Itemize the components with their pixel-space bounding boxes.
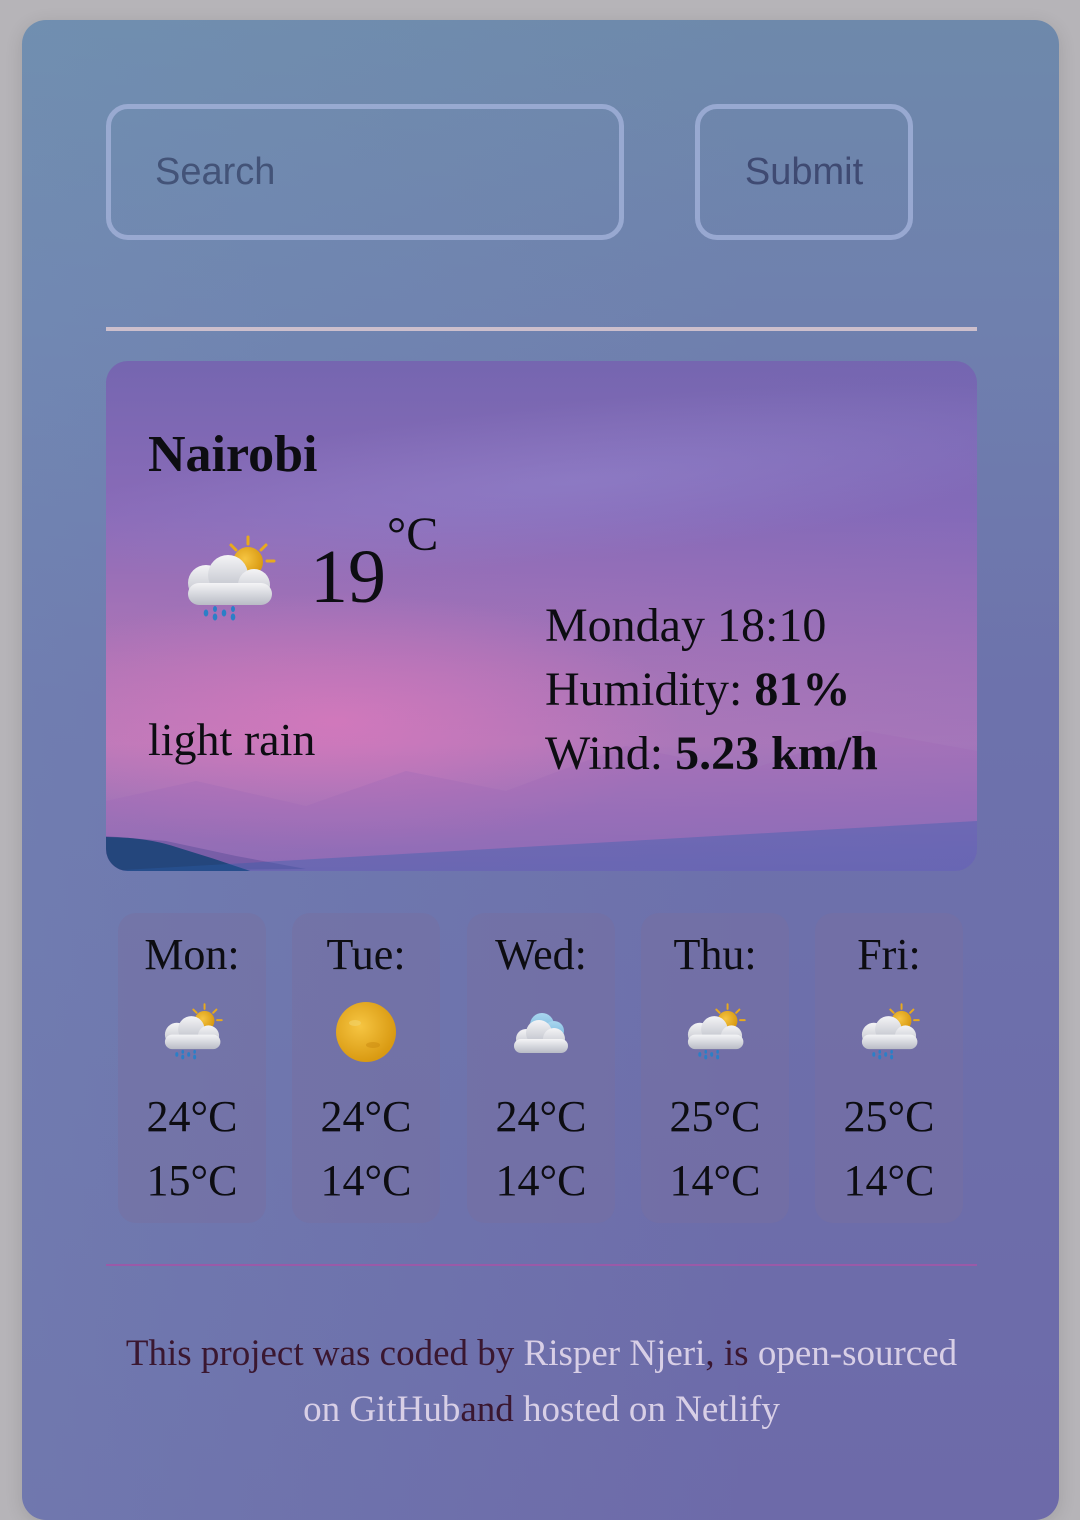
- date-time: Monday 18:10: [545, 599, 827, 652]
- humidity-label: Humidity:: [545, 663, 755, 716]
- rain-sun-cloud-icon: [157, 1001, 227, 1063]
- rain-sun-cloud-icon: [680, 1001, 750, 1063]
- sun-icon: [331, 1001, 401, 1063]
- forecast-day-label: Mon:: [144, 930, 240, 979]
- footer-text: This project was coded by: [125, 1333, 524, 1374]
- city-name: Nairobi: [148, 426, 318, 483]
- forecast-day-thu: Thu: 25°C 14°C: [641, 913, 789, 1223]
- footer-text: and: [460, 1389, 524, 1430]
- forecast-list: Mon: 24°C 15°C Tue: 24°C 14°C Wed: 24°C …: [118, 913, 968, 1223]
- wind: Wind: 5.23 km/h: [545, 722, 878, 786]
- humidity: Humidity: 81%: [545, 658, 878, 722]
- search-form: Submit: [22, 20, 1059, 280]
- forecast-max-temp: 25°C: [843, 1092, 935, 1141]
- forecast-min-temp: 14°C: [495, 1156, 587, 1205]
- rain-sun-cloud-icon: [854, 1001, 924, 1063]
- humidity-value: 81%: [754, 663, 851, 716]
- forecast-day-wed: Wed: 24°C 14°C: [467, 913, 615, 1223]
- forecast-min-temp: 15°C: [146, 1156, 238, 1205]
- weather-details: Monday 18:10 Humidity: 81% Wind: 5.23 km…: [545, 594, 878, 786]
- current-temperature: 19: [310, 535, 386, 619]
- forecast-min-temp: 14°C: [320, 1156, 412, 1205]
- rain-sun-cloud-icon: [176, 533, 282, 625]
- forecast-day-mon: Mon: 24°C 15°C: [118, 913, 266, 1223]
- temperature-unit: °C: [387, 508, 439, 561]
- forecast-day-fri: Fri: 25°C 14°C: [815, 913, 963, 1223]
- forecast-min-temp: 14°C: [843, 1156, 935, 1205]
- cloud-icon: [506, 1001, 576, 1063]
- forecast-min-temp: 14°C: [669, 1156, 761, 1205]
- forecast-max-temp: 25°C: [669, 1092, 761, 1141]
- author-link[interactable]: Risper Njeri: [524, 1333, 706, 1374]
- forecast-day-tue: Tue: 24°C 14°C: [292, 913, 440, 1223]
- wind-label: Wind:: [545, 727, 676, 780]
- footer-text: , is: [705, 1333, 758, 1374]
- search-input[interactable]: [106, 104, 624, 240]
- footer: This project was coded by Risper Njeri, …: [106, 1326, 977, 1438]
- forecast-max-temp: 24°C: [495, 1092, 587, 1141]
- forecast-max-temp: 24°C: [320, 1092, 412, 1141]
- wind-value: 5.23 km/h: [675, 727, 878, 780]
- weather-app: Submit Nairobi 19 °C light rain Monday 1…: [22, 20, 1059, 1520]
- weather-description: light rain: [148, 714, 316, 765]
- forecast-day-label: Tue:: [326, 930, 406, 979]
- forecast-max-temp: 24°C: [146, 1092, 238, 1141]
- top-divider: [106, 327, 977, 331]
- forecast-day-label: Fri:: [857, 930, 921, 979]
- submit-button[interactable]: Submit: [695, 104, 913, 240]
- forecast-day-label: Wed:: [495, 930, 587, 979]
- current-weather-card: Nairobi 19 °C light rain Monday 18:10 Hu…: [106, 361, 977, 871]
- forecast-day-label: Thu:: [673, 930, 757, 979]
- netlify-link[interactable]: hosted on Netlify: [523, 1389, 780, 1430]
- bottom-divider: [106, 1264, 977, 1266]
